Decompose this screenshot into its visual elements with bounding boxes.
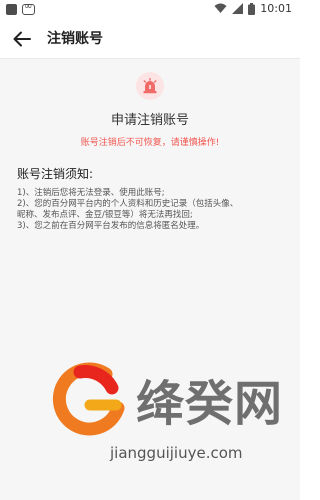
notice-item: 1)、注销后您将无法登录、使用此账号;: [17, 188, 165, 198]
signal-icon: [232, 3, 244, 14]
watermark-name: 绛癸网: [136, 376, 284, 432]
warning-text: 账号注销后不可恢复，请谨慎操作!: [80, 138, 220, 148]
watermark-url: jiangguijiuye.com: [110, 444, 243, 462]
page-title: 注销账号: [47, 31, 103, 47]
notification-infinity-icon: [22, 1, 35, 15]
status-bar: 10:01: [0, 0, 300, 20]
back-button[interactable]: [10, 27, 34, 51]
status-notification-icons: [6, 1, 35, 15]
back-arrow-icon: [13, 31, 31, 47]
alarm-badge: [136, 72, 164, 100]
alarm-icon: [143, 77, 157, 94]
status-right: 10:01: [214, 2, 292, 15]
watermark-logo-icon: [52, 362, 125, 436]
notice-heading: 账号注销须知:: [17, 167, 94, 181]
notice-list: 1)、注销后您将无法登录、使用此账号; 2)、您的百分网平台内的个人资料和历史记…: [17, 188, 287, 232]
wifi-icon: [214, 3, 227, 13]
battery-icon: [248, 2, 256, 15]
notice-item: 3)、您之前在百分网平台发布的信息将匿名处理。: [17, 221, 205, 231]
notice-item: 2)、您的百分网平台内的个人资料和历史记录（包括头像、: [17, 199, 239, 209]
notification-square-icon: [6, 4, 17, 15]
apply-title: 申请注销账号: [110, 113, 189, 128]
status-time: 10:01: [260, 2, 292, 15]
notice-item: 昵称、发布点评、金豆/银豆等）将无法再找回;: [17, 210, 193, 220]
title-bar: 注销账号: [0, 20, 300, 59]
watermark: 绛癸网 jiangguijiuye.com: [50, 358, 300, 488]
